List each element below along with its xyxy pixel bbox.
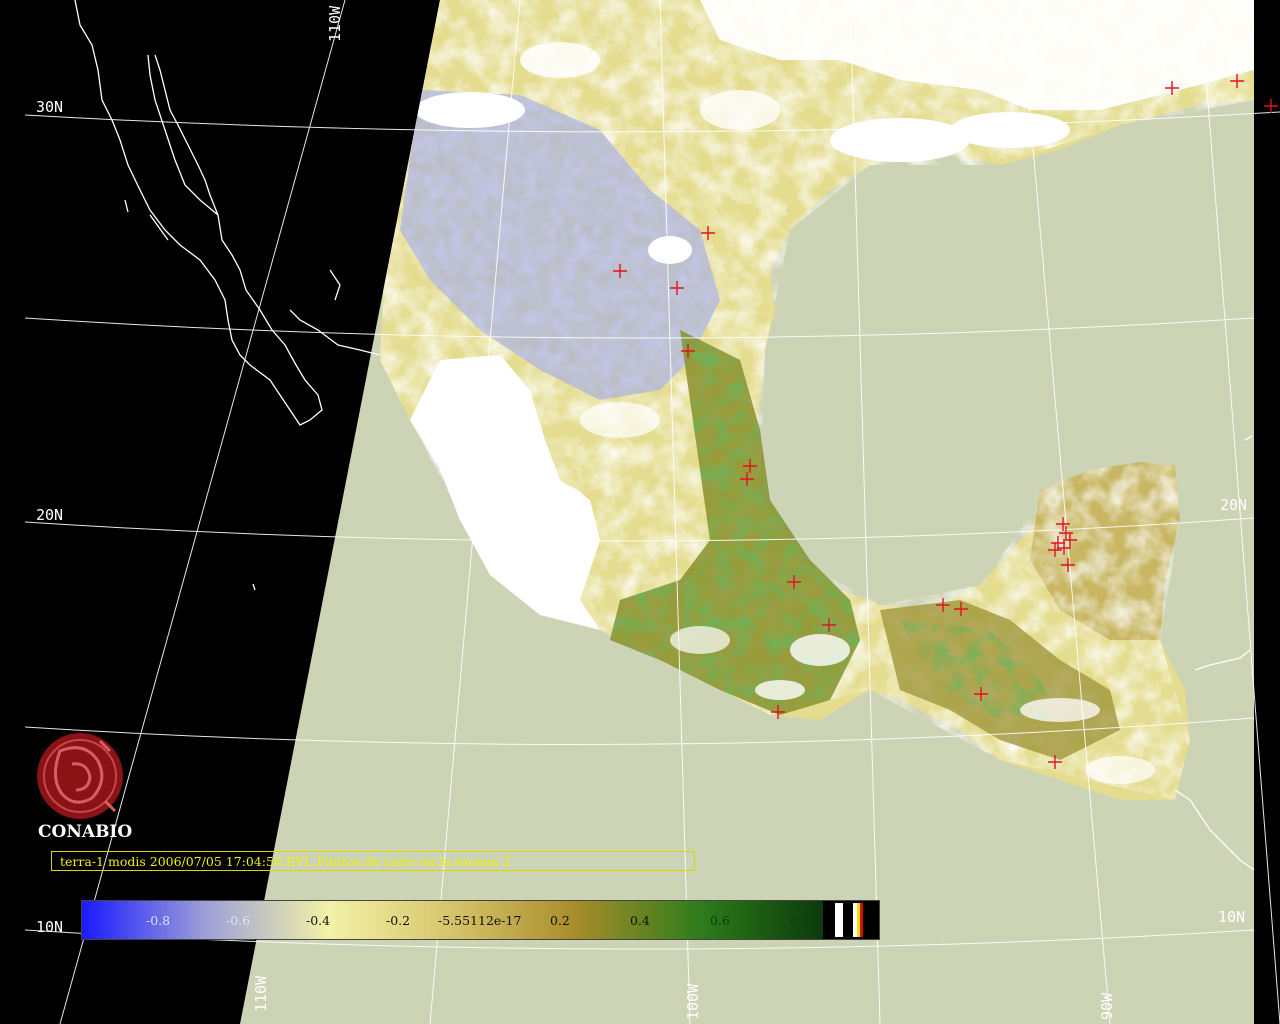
colorbar-red-swatch — [860, 903, 863, 937]
label-20n: 20N — [36, 506, 63, 524]
logo-name: CONABIO — [38, 822, 133, 842]
label-110w-bottom: 110W — [252, 975, 270, 1012]
label-10n-right: 10N — [1218, 908, 1245, 926]
label-10n: 10N — [36, 918, 63, 936]
colorbar-tick-label: 0.2 — [550, 913, 570, 928]
colorbar-tick-label: -0.6 — [226, 913, 251, 928]
conabio-logo-icon — [37, 733, 123, 819]
colorbar-tick-label: 0.4 — [630, 913, 650, 928]
label-100w-bottom: 100W — [684, 983, 702, 1020]
label-20n-right: 20N — [1220, 496, 1247, 514]
colorbar-tick-label: -5.55112e-17 — [438, 913, 522, 928]
colorbar-legend: -0.8 -0.6 -0.4 -0.2 -5.55112e-17 0.2 0.4 0.6 0.8 — [81, 900, 880, 940]
colorbar-tick-label: -0.8 — [146, 913, 171, 928]
label-30n: 30N — [36, 98, 63, 116]
colorbar-tick-label: -0.4 — [306, 913, 331, 928]
label-90w-bottom: 90W — [1098, 992, 1116, 1020]
colorbar-white-swatch — [835, 903, 843, 937]
colorbar-tick-label: 0.6 — [710, 913, 730, 928]
scene-caption: terra-1 modis 2006/07/05 17:04:50 EVI, P… — [51, 851, 695, 871]
colorbar-tick-label: -0.2 — [386, 913, 411, 928]
label-110w-top: 110W — [326, 5, 344, 42]
colorbar-tick-label: 0.8 — [790, 913, 810, 928]
